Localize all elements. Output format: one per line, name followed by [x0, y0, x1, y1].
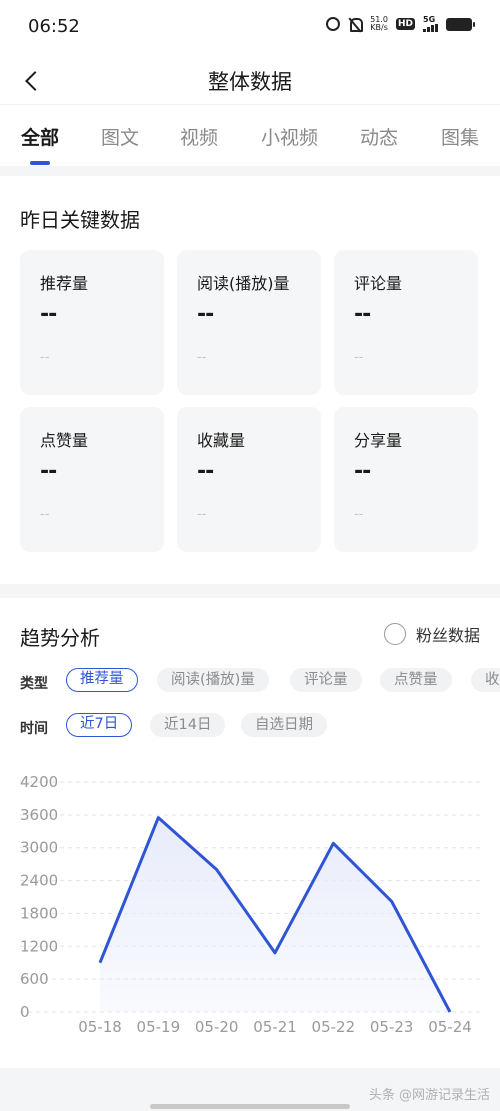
watermark: 头条 @网游记录生活	[368, 1088, 490, 1103]
tab-gallery[interactable]: 图集	[441, 123, 479, 150]
y-tick-label: 3600	[20, 806, 58, 824]
metric-value: --	[40, 459, 57, 484]
metric-card-shares[interactable]: 分享量 -- --	[334, 407, 478, 552]
metric-card-comments[interactable]: 评论量 -- --	[334, 250, 478, 395]
signal-icon: 5G	[423, 16, 438, 32]
tab-moments[interactable]: 动态	[360, 123, 398, 150]
metric-value: --	[40, 302, 57, 327]
trend-section: 趋势分析 粉丝数据 类型 推荐量 阅读(播放)量 评论量 点赞量 收 时间 近7…	[0, 598, 500, 1068]
x-tick-label: 05-21	[253, 1018, 297, 1034]
metric-card-reads[interactable]: 阅读(播放)量 -- --	[177, 250, 321, 395]
content-tabs: 全部 图文 视频 小视频 动态 图集	[0, 104, 500, 166]
y-tick-label: 2400	[20, 872, 58, 890]
metric-label: 阅读(播放)量	[197, 274, 290, 293]
x-tick-label: 05-18	[78, 1018, 122, 1034]
y-tick-label: 0	[20, 1003, 30, 1021]
y-tick-label: 1800	[20, 904, 58, 922]
status-icons: 51.0 KB/s HD 5G	[326, 16, 475, 32]
trend-chart: 0 600 1200 1800 2400 3000 3600 4200 05-18 05-19 05…	[0, 764, 500, 1034]
page: 06:52 51.0 KB/s HD 5G 整体数据 全部 图文 视频 小视频 …	[0, 0, 500, 1111]
type-chip-likes[interactable]: 点赞量	[380, 668, 452, 692]
time-filter-label: 时间	[20, 721, 48, 737]
tab-video[interactable]: 视频	[180, 123, 218, 150]
metric-change: --	[354, 507, 364, 522]
tab-all[interactable]: 全部	[21, 123, 59, 150]
metric-card-recommend[interactable]: 推荐量 -- --	[20, 250, 164, 395]
metric-label: 推荐量	[40, 274, 89, 293]
time-chip-14d[interactable]: 近14日	[150, 713, 226, 737]
y-tick-label: 4200	[20, 773, 58, 791]
tab-short-video[interactable]: 小视频	[261, 123, 318, 150]
key-data-section: 昨日关键数据 推荐量 -- -- 阅读(播放)量 -- -- 评论量 -- --…	[0, 176, 500, 584]
metric-value: --	[197, 302, 214, 327]
type-chip-comments[interactable]: 评论量	[290, 668, 362, 692]
radio-icon[interactable]	[383, 623, 406, 645]
metric-change: --	[197, 350, 207, 365]
home-indicator[interactable]	[150, 1104, 350, 1109]
hd-icon: HD	[395, 18, 415, 30]
battery-icon	[446, 17, 475, 31]
nav-bar: 整体数据	[0, 56, 500, 104]
status-bar: 06:52 51.0 KB/s HD 5G	[0, 0, 500, 56]
x-tick-label: 05-19	[137, 1018, 181, 1034]
trend-chart-svg: 0 600 1200 1800 2400 3000 3600 4200 05-18 05-19 05…	[20, 773, 480, 1034]
x-tick-label: 05-23	[370, 1018, 414, 1034]
fans-data-label: 粉丝数据	[415, 626, 480, 645]
metric-value: --	[197, 459, 214, 484]
metric-card-favorites[interactable]: 收藏量 -- --	[177, 407, 321, 552]
y-tick-label: 1200	[20, 937, 58, 955]
key-data-title: 昨日关键数据	[20, 208, 140, 232]
metric-card-likes[interactable]: 点赞量 -- --	[20, 407, 164, 552]
network-type: 5G	[423, 15, 436, 24]
metric-label: 分享量	[354, 431, 403, 450]
metric-label: 点赞量	[40, 431, 89, 450]
x-tick-label: 05-20	[195, 1018, 239, 1034]
metric-value: --	[354, 459, 371, 484]
type-filter-label: 类型	[20, 676, 48, 692]
type-chip-favorites[interactable]: 收	[471, 668, 500, 692]
y-tick-label: 3000	[20, 839, 58, 857]
x-tick-label: 05-24	[428, 1018, 472, 1034]
mute-icon	[348, 17, 364, 32]
status-time: 06:52	[28, 16, 80, 37]
network-speed-unit: KB/s	[370, 23, 388, 32]
active-tab-indicator	[30, 161, 50, 165]
metric-change: --	[40, 507, 50, 522]
metric-change: --	[40, 350, 50, 365]
time-chip-custom[interactable]: 自选日期	[241, 713, 327, 737]
fans-data-toggle[interactable]: 粉丝数据	[383, 622, 480, 646]
time-chip-7d[interactable]: 近7日	[66, 713, 133, 737]
metric-change: --	[197, 507, 207, 522]
metric-change: --	[354, 350, 364, 365]
tab-article[interactable]: 图文	[101, 123, 139, 150]
metric-label: 收藏量	[197, 431, 246, 450]
metric-label: 评论量	[354, 274, 403, 293]
metric-value: --	[354, 302, 371, 327]
page-title: 整体数据	[208, 70, 292, 94]
x-tick-label: 05-22	[312, 1018, 356, 1034]
trend-title: 趋势分析	[20, 626, 100, 650]
y-tick-label: 600	[20, 970, 49, 988]
alarm-icon	[326, 17, 341, 31]
type-chip-reads[interactable]: 阅读(播放)量	[157, 668, 269, 692]
network-speed: 51.0 KB/s	[370, 16, 388, 32]
type-chip-recommend[interactable]: 推荐量	[66, 668, 138, 692]
